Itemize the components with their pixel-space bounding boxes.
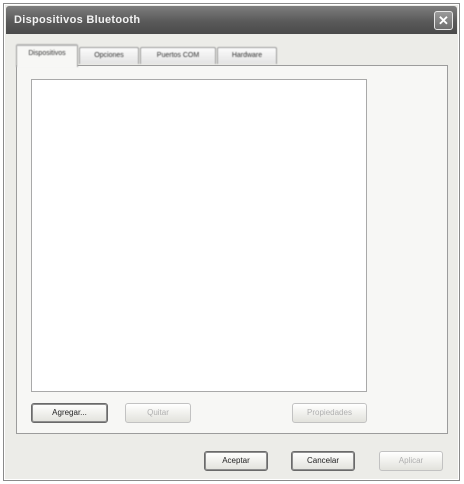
device-list[interactable] — [31, 79, 367, 392]
add-button[interactable]: Agregar... — [31, 403, 108, 423]
tab-devices[interactable]: Dispositivos — [16, 44, 78, 67]
close-icon: ✕ — [438, 13, 449, 28]
ok-button[interactable]: Aceptar — [204, 451, 268, 471]
close-button[interactable]: ✕ — [434, 11, 453, 30]
tab-strip: Dispositivos Opciones Puertos COM Hardwa… — [16, 44, 336, 67]
bluetooth-devices-dialog: Dispositivos Bluetooth ✕ Dispositivos Op… — [3, 3, 460, 481]
apply-button[interactable]: Aplicar — [379, 451, 443, 471]
title-bar[interactable]: Dispositivos Bluetooth ✕ — [6, 6, 457, 34]
remove-button[interactable]: Quitar — [125, 403, 191, 423]
tab-com-ports[interactable]: Puertos COM — [140, 47, 216, 64]
tab-options[interactable]: Opciones — [79, 47, 139, 64]
tab-hardware[interactable]: Hardware — [217, 47, 277, 64]
tab-panel-devices: Agregar... Quitar Propiedades — [16, 65, 448, 434]
properties-button[interactable]: Propiedades — [292, 403, 367, 423]
window-title: Dispositivos Bluetooth — [14, 14, 141, 26]
cancel-button[interactable]: Cancelar — [291, 451, 355, 471]
